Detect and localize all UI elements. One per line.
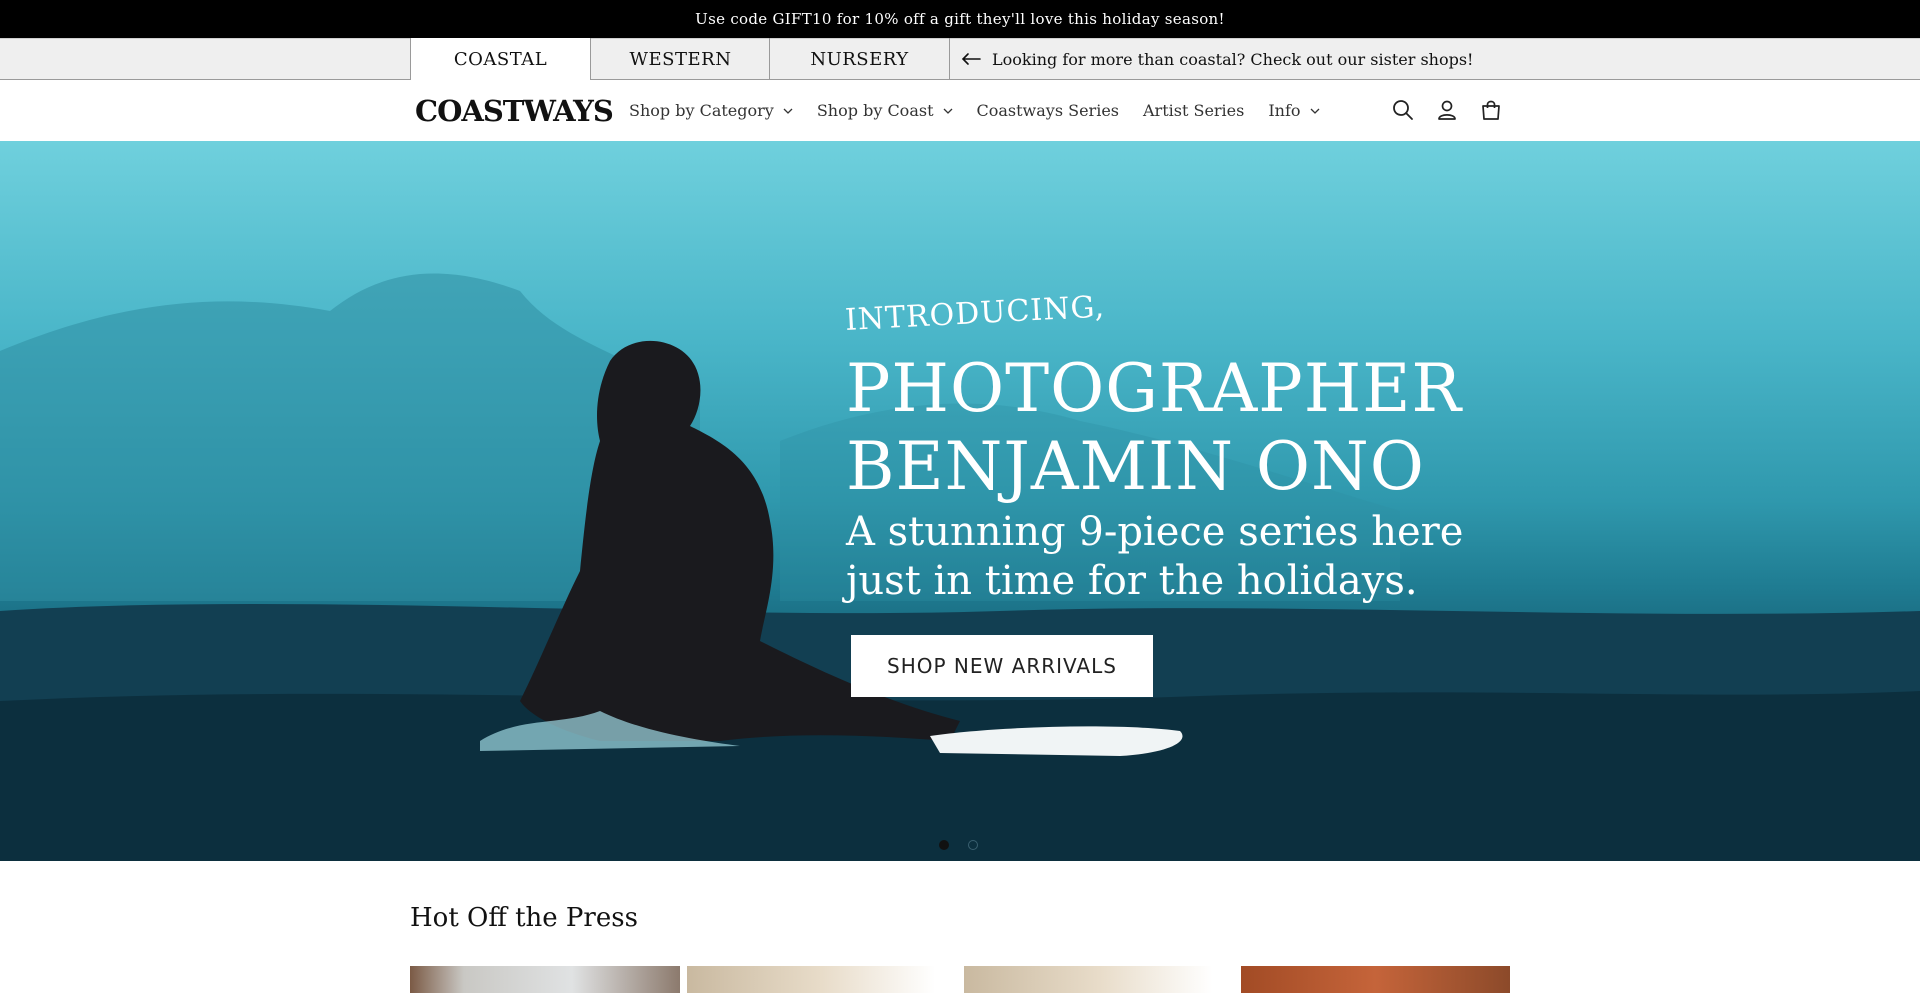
slide-dot-1[interactable]: [939, 840, 949, 850]
sister-shops-link[interactable]: Looking for more than coastal? Check out…: [960, 39, 1473, 79]
sister-shops-text: Looking for more than coastal? Check out…: [992, 49, 1474, 69]
tab-western[interactable]: WESTERN: [590, 38, 770, 80]
main-nav: Shop by Category Shop by Coast Coastways…: [629, 80, 1344, 141]
nav-coastways-series[interactable]: Coastways Series: [977, 101, 1120, 120]
hero-text: INTRODUCING, PHOTOGRAPHER BENJAMIN ONO A…: [844, 289, 1463, 606]
nav-artist-series[interactable]: Artist Series: [1143, 101, 1244, 120]
chevron-down-icon: [1310, 108, 1320, 114]
announcement-bar: Use code GIFT10 for 10% off a gift they'…: [0, 0, 1920, 38]
header-actions: [1390, 97, 1522, 123]
product-card[interactable]: [687, 966, 957, 993]
slideshow-pagination: [939, 840, 997, 850]
announcement-text: Use code GIFT10 for 10% off a gift they'…: [695, 10, 1225, 28]
search-icon: [1393, 100, 1413, 120]
nav-shop-by-category[interactable]: Shop by Category: [629, 101, 793, 120]
account-icon: [1438, 100, 1456, 120]
nav-info[interactable]: Info: [1268, 101, 1320, 120]
nav-shop-by-coast-label: Shop by Coast: [816, 101, 934, 120]
tab-nursery[interactable]: NURSERY: [769, 38, 950, 80]
tab-coastal[interactable]: COASTAL: [410, 38, 590, 81]
product-card[interactable]: [1241, 966, 1510, 993]
hero-headline-line1: PHOTOGRAPHER: [846, 350, 1463, 427]
tab-coastal-label: COASTAL: [453, 48, 548, 70]
section-title: Hot Off the Press: [410, 903, 638, 933]
chevron-down-icon: [943, 108, 952, 114]
shop-switcher: COASTAL WESTERN NURSERY Looking for more…: [0, 38, 1920, 81]
product-card[interactable]: [964, 966, 1234, 993]
hero-subline: A stunning 9-piece series here just in t…: [846, 508, 1463, 606]
hero-banner: INTRODUCING, PHOTOGRAPHER BENJAMIN ONO A…: [0, 141, 1920, 861]
cart-icon: [1482, 100, 1500, 120]
slide-dot-2[interactable]: [968, 840, 978, 850]
search-button[interactable]: [1390, 97, 1416, 123]
shop-new-arrivals-button[interactable]: SHOP NEW ARRIVALS: [851, 635, 1153, 697]
nav-shop-by-coast[interactable]: Shop by Coast: [817, 101, 953, 120]
tab-nursery-label: NURSERY: [810, 48, 909, 70]
arrow-left-icon: [961, 53, 981, 65]
tab-western-label: WESTERN: [629, 48, 732, 70]
product-card[interactable]: [410, 966, 680, 993]
nav-coastways-series-label: Coastways Series: [976, 101, 1120, 120]
site-header: COASTWAYS Shop by Category Shop by Coast…: [0, 80, 1920, 141]
hero-subline-line2: just in time for the holidays.: [846, 558, 1418, 604]
hero-headline: PHOTOGRAPHER BENJAMIN ONO: [846, 350, 1463, 506]
nav-info-label: Info: [1268, 101, 1301, 120]
nav-artist-series-label: Artist Series: [1143, 101, 1245, 120]
cart-button[interactable]: [1478, 97, 1504, 123]
hero-subline-line1: A stunning 9-piece series here: [846, 509, 1464, 555]
nav-shop-by-category-label: Shop by Category: [629, 101, 774, 120]
chevron-down-icon: [783, 108, 793, 114]
account-button[interactable]: [1434, 97, 1460, 123]
hero-headline-line2: BENJAMIN ONO: [846, 428, 1425, 505]
site-logo[interactable]: COASTWAYS: [415, 94, 614, 128]
